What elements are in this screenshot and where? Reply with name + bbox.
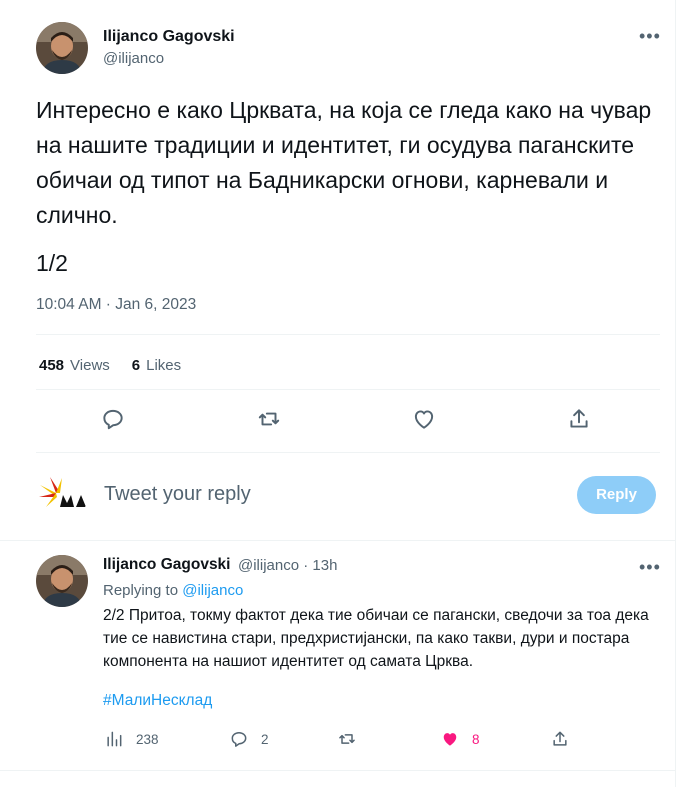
author-avatar[interactable] xyxy=(36,555,88,607)
retweet-action[interactable] xyxy=(337,729,369,749)
divider xyxy=(36,334,660,335)
author-avatar[interactable] xyxy=(36,22,88,74)
divider xyxy=(0,770,676,771)
author-name[interactable]: Ilijanco Gagovski xyxy=(103,28,235,46)
views-action[interactable]: 238 xyxy=(104,729,159,749)
reply-author-meta[interactable]: @ilijanco · 13h xyxy=(238,557,337,574)
liked-heart-icon xyxy=(443,733,457,746)
like-icon[interactable] xyxy=(411,406,437,432)
tweet-stats: 458 Views 6 Likes xyxy=(39,357,203,374)
like-action[interactable]: 8 xyxy=(440,729,480,749)
replying-to: Replying to @ilijanco xyxy=(103,582,244,599)
reply-input[interactable]: Tweet your reply xyxy=(104,483,251,506)
more-icon[interactable]: ••• xyxy=(639,26,661,47)
hashtag-link[interactable]: #МалиНесклад xyxy=(103,692,212,710)
reply-button[interactable]: Reply xyxy=(577,476,656,514)
divider xyxy=(36,452,660,453)
more-icon[interactable]: ••• xyxy=(639,557,661,578)
tweet-part-label: 1/2 xyxy=(36,250,68,276)
reply-action[interactable]: 2 xyxy=(229,729,269,749)
share-icon xyxy=(553,731,567,746)
page-edge xyxy=(676,0,693,787)
share-icon[interactable] xyxy=(566,406,592,432)
share-action[interactable] xyxy=(550,729,582,749)
divider xyxy=(36,389,660,390)
reply-tweet-text: 2/2 Притоа, токму фактот дека тие обичаи… xyxy=(103,607,649,670)
replying-to-handle[interactable]: @ilijanco xyxy=(182,582,243,599)
likes-stat[interactable]: 6 Likes xyxy=(132,357,181,374)
tweet-timestamp[interactable]: 10:04 AM · Jan 6, 2023 xyxy=(36,296,196,314)
divider xyxy=(0,540,676,541)
timeline-column: Ilijanco Gagovski @ilijanco ••• Интересн… xyxy=(0,0,676,787)
analytics-icon xyxy=(107,731,122,747)
views-stat[interactable]: 458 Views xyxy=(39,357,110,374)
retweet-icon xyxy=(339,734,355,744)
retweet-icon[interactable] xyxy=(256,406,282,432)
viewer-avatar[interactable] xyxy=(36,469,88,521)
tweet-text: Интересно е како Црквата, на која се гле… xyxy=(36,97,652,228)
reply-author-name[interactable]: Ilijanco Gagovski xyxy=(103,556,231,574)
reply-icon[interactable] xyxy=(100,406,126,432)
author-handle[interactable]: @ilijanco xyxy=(103,50,164,67)
reply-icon xyxy=(231,732,247,747)
